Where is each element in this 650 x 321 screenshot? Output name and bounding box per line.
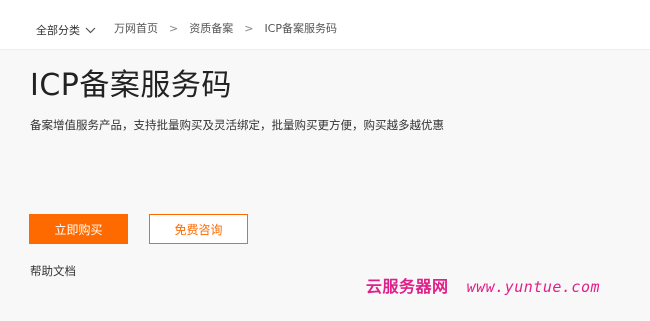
product-description: 备案增值服务产品，支持批量购买及灵活绑定，批量购买更方便，购买越多越优惠 — [30, 118, 444, 132]
all-categories-dropdown[interactable]: 全部分类 — [36, 22, 96, 38]
all-categories-label: 全部分类 — [36, 24, 80, 37]
breadcrumb-separator: > — [244, 21, 254, 35]
breadcrumb: 万网首页 > 资质备案 > ICP备案服务码 — [114, 20, 337, 36]
chevron-down-icon — [85, 27, 96, 33]
buy-now-button[interactable]: 立即购买 — [29, 214, 128, 244]
page-title: ICP备案服务码 — [30, 68, 232, 103]
watermark-url: www.yuntue.com — [466, 278, 601, 296]
help-docs-link[interactable]: 帮助文档 — [30, 263, 76, 279]
free-consult-button[interactable]: 免费咨询 — [149, 214, 248, 244]
watermark: 云服务器网 www.yuntue.com — [366, 273, 600, 297]
top-navigation-bar: 全部分类 万网首页 > 资质备案 > ICP备案服务码 — [0, 0, 650, 50]
breadcrumb-separator: > — [169, 21, 179, 35]
breadcrumb-item-qualification-filing[interactable]: 资质备案 — [189, 20, 233, 36]
breadcrumb-item-home[interactable]: 万网首页 — [114, 20, 158, 36]
watermark-site-name: 云服务器网 — [366, 277, 449, 296]
breadcrumb-item-current: ICP备案服务码 — [264, 22, 337, 35]
